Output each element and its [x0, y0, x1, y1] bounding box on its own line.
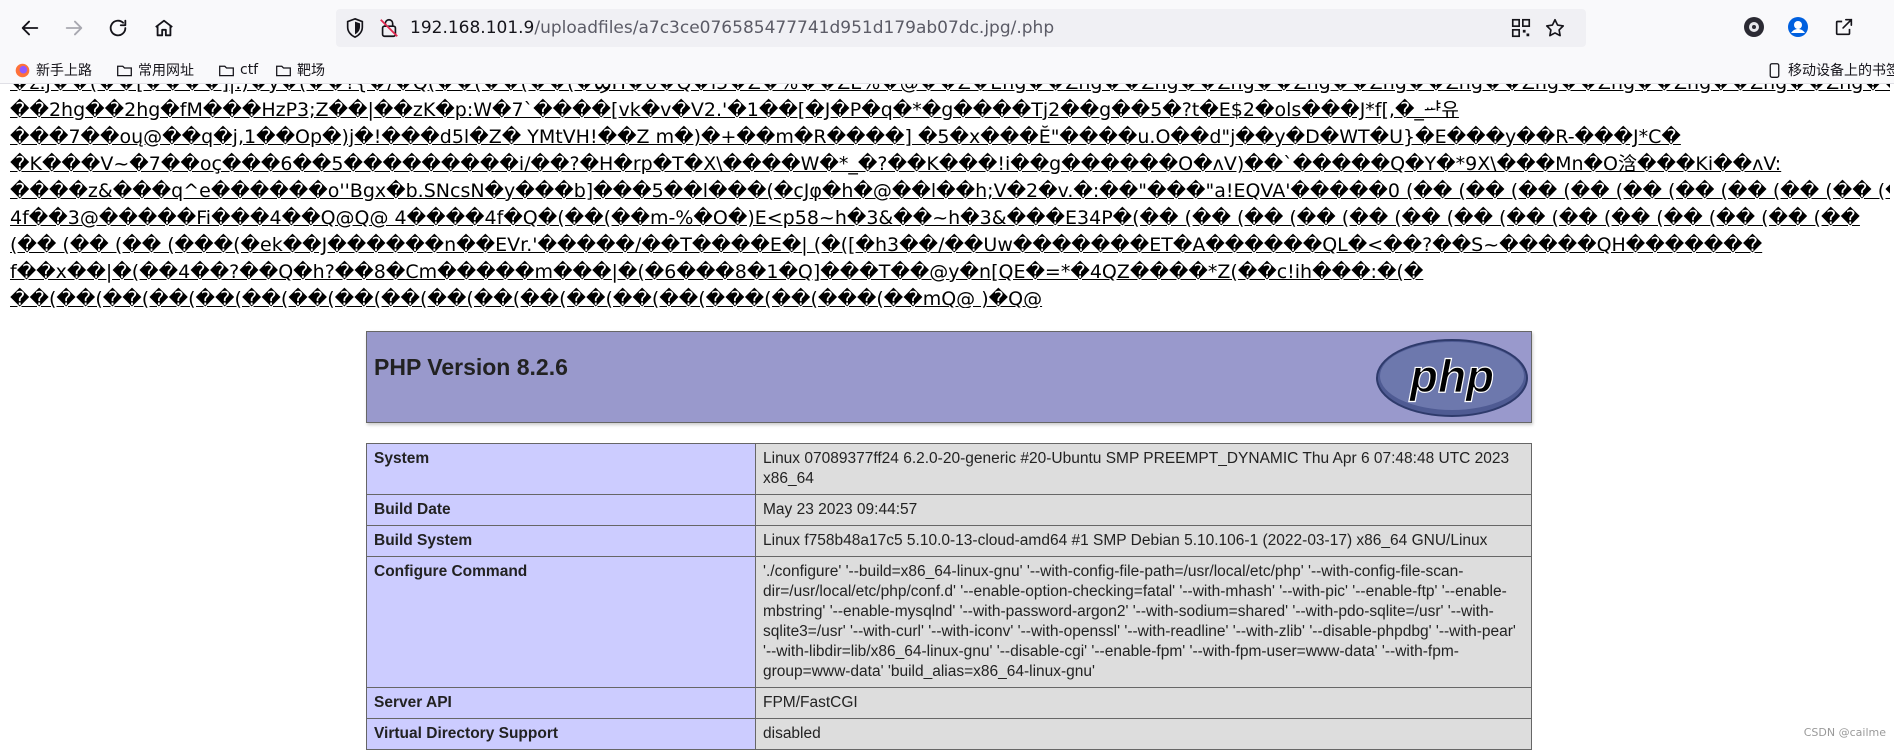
row-key: Virtual Directory Support	[366, 718, 756, 750]
bookmark-label: 靶场	[297, 63, 325, 79]
bookmark-label: 常用网址	[138, 63, 194, 79]
shield-icon[interactable]	[344, 17, 366, 39]
extension-button[interactable]	[1740, 13, 1768, 41]
arrow-right-icon	[65, 20, 83, 36]
php-logo-text: php	[1408, 350, 1494, 402]
garbled-line: ��(��(��(��(��(��(��(��(��(��(��(��(��(�…	[10, 288, 1043, 308]
row-key: Server API	[366, 687, 756, 719]
row-value: Linux 07089377ff24 6.2.0-20-generic #20-…	[755, 443, 1532, 495]
reload-icon	[109, 19, 127, 37]
forward-button[interactable]	[56, 10, 92, 46]
share-icon	[1835, 18, 1853, 36]
row-key: Configure Command	[366, 556, 756, 688]
url-host: 192.168.101.9	[410, 18, 535, 38]
row-value: Linux f758b48a17c5 5.10.0-13-cloud-amd64…	[755, 525, 1532, 557]
home-button[interactable]	[146, 10, 182, 46]
row-key: Build Date	[366, 494, 756, 526]
account-icon	[1788, 17, 1808, 37]
garbled-line: �K���V~�7��oç���6��5���������i/��?�H�rp�…	[10, 153, 1782, 175]
php-info-table: System Linux 07089377ff24 6.2.0-20-gener…	[366, 443, 1532, 750]
row-value: './configure' '--build=x86_64-linux-gnu'…	[755, 556, 1532, 688]
garbled-binary-output: �z.j��(��[����]|.)�y�(��?{�/�Q(��(��(��(…	[10, 84, 1890, 308]
share-button[interactable]	[1830, 13, 1858, 41]
php-version-title[interactable]: PHP Version 8.2.6	[374, 354, 568, 381]
garbled-line: 4f��3@�����Fi���4��Q@Q@ 4����4f�Q�(��(��…	[10, 207, 1860, 229]
bookmark-folder[interactable]: 常用网址	[116, 60, 194, 80]
reload-button[interactable]	[100, 10, 136, 46]
row-value: FPM/FastCGI	[755, 687, 1532, 719]
garbled-line: f��x��|�(��4��?��Q�h?��8�Cm�����m���|�(�…	[10, 261, 1424, 283]
row-value: May 23 2023 09:44:57	[755, 494, 1532, 526]
table-row: Build Date May 23 2023 09:44:57	[366, 494, 1532, 526]
home-icon	[155, 19, 173, 37]
arrow-left-icon	[21, 20, 39, 36]
garbled-line: (�� (�� (�� (���(�ek��J������n��EVr.'���…	[10, 234, 1763, 256]
row-key: Build System	[366, 525, 756, 557]
row-key: System	[366, 443, 756, 495]
table-row: Build System Linux f758b48a17c5 5.10.0-1…	[366, 525, 1532, 557]
php-logo[interactable]: php	[1375, 338, 1529, 418]
table-row: Virtual Directory Support disabled	[366, 718, 1532, 750]
php-version-header: PHP Version 8.2.6 php	[366, 331, 1532, 423]
bookmark-label: 新手上路	[36, 63, 92, 79]
folder-icon	[117, 65, 132, 76]
row-value: disabled	[755, 718, 1532, 750]
table-row: System Linux 07089377ff24 6.2.0-20-gener…	[366, 443, 1532, 495]
back-button[interactable]	[12, 10, 48, 46]
bookmark-item[interactable]: 新手上路	[14, 60, 92, 80]
extension-icon	[1744, 17, 1764, 37]
folder-icon	[219, 65, 234, 76]
mobile-bookmarks-label: 移动设备上的书签	[1788, 63, 1894, 79]
insecure-lock-icon[interactable]	[378, 17, 400, 39]
garbled-line: �z.j��(��[����]|.)�y�(��?{�/�Q(��(��(��(…	[10, 84, 1890, 97]
mobile-bookmarks[interactable]: 移动设备上的书签	[1766, 60, 1894, 80]
folder-icon	[276, 65, 291, 76]
garbled-line: ��2hg��2hg�fM���HzP3;Z��|��zK�p:W�7`����…	[10, 99, 1459, 121]
csdn-watermark: CSDN @cailme	[1803, 726, 1886, 739]
address-bar[interactable]: 192.168.101.9/uploadfiles/a7c3ce07658547…	[336, 9, 1586, 47]
mobile-device-icon	[1769, 62, 1780, 78]
browser-toolbar: 192.168.101.9/uploadfiles/a7c3ce07658547…	[0, 0, 1894, 56]
bookmark-folder[interactable]: ctf	[218, 60, 258, 80]
garbled-line: ����z&���q^e������o''Bgx�b.SNcsN�y���b]�…	[10, 180, 1890, 202]
qr-code-icon[interactable]	[1510, 17, 1532, 39]
star-icon[interactable]	[1544, 17, 1566, 39]
table-row: Server API FPM/FastCGI	[366, 687, 1532, 719]
url-text[interactable]: 192.168.101.9/uploadfiles/a7c3ce07658547…	[410, 17, 1054, 39]
bookmark-label: ctf	[240, 62, 259, 78]
bookmark-folder[interactable]: 靶场	[275, 60, 325, 80]
table-row: Configure Command './configure' '--build…	[366, 556, 1532, 688]
bookmarks-bar: 新手上路 常用网址 ctf 靶场 移动设备上的书签	[0, 56, 1894, 84]
firefox-icon	[15, 63, 30, 77]
url-path: /uploadfiles/a7c3ce076585477741d951d179a…	[534, 18, 1055, 38]
account-button[interactable]	[1784, 13, 1812, 41]
garbled-line: ���7��oų@��q�j,1��Op�)j�!���d5l�Z� YMtVH…	[10, 126, 1681, 148]
